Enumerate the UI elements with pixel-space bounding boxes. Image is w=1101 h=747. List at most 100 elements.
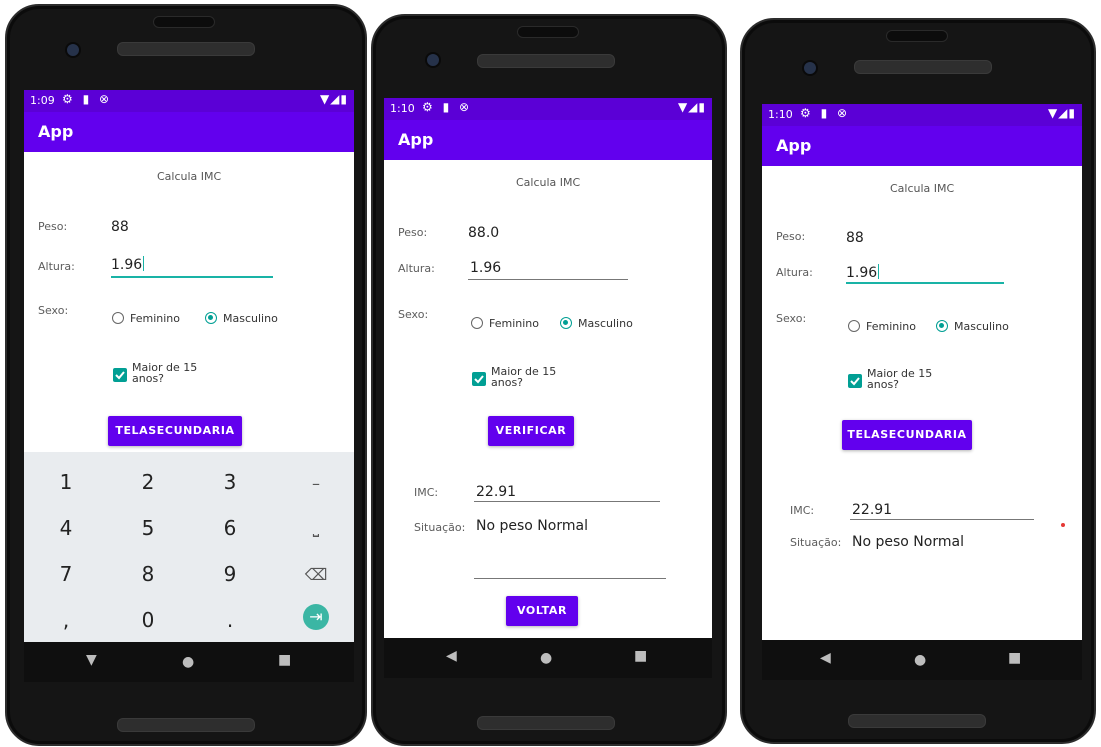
radio-feminino[interactable]	[112, 312, 124, 324]
radio-feminino-label[interactable]: Feminino	[130, 312, 180, 325]
key-minus[interactable]: –	[286, 474, 346, 493]
home-icon[interactable]: ●	[540, 650, 552, 666]
radio-masculino-label[interactable]: Masculino	[954, 320, 1009, 333]
key-9[interactable]: 9	[200, 562, 260, 586]
signal-battery-icon: ▼◢▮	[1047, 106, 1076, 120]
speaker-grille	[477, 54, 615, 68]
status-bar: 1:10 ⚙ ▮ ⊗ ▼◢▮	[762, 104, 1082, 126]
app-bar: App	[24, 112, 354, 152]
speaker-grille	[854, 60, 992, 74]
back-icon[interactable]: ▼	[86, 652, 97, 668]
altura-underline	[846, 282, 1004, 284]
imc-value: 22.91	[852, 502, 893, 518]
bottom-speaker	[848, 714, 986, 728]
radio-masculino-label[interactable]: Masculino	[223, 312, 278, 325]
altura-value: 1.96	[111, 257, 143, 273]
key-8[interactable]: 8	[118, 562, 178, 586]
key-3[interactable]: 3	[200, 470, 260, 494]
maior-15-checkbox[interactable]	[113, 368, 127, 382]
imc-underline	[850, 519, 1034, 520]
altura-input[interactable]: 1.96	[111, 256, 145, 273]
radio-masculino[interactable]	[560, 317, 572, 329]
header-text: Calcula IMC	[516, 176, 581, 189]
verificar-button[interactable]: VERIFICAR	[488, 416, 574, 446]
key-1[interactable]: 1	[36, 470, 96, 494]
next-arrow-icon: ⇥	[309, 607, 323, 626]
key-7[interactable]: 7	[36, 562, 96, 586]
peso-input[interactable]: 88	[111, 219, 129, 235]
text-cursor	[143, 256, 145, 271]
key-5[interactable]: 5	[118, 516, 178, 540]
key-4[interactable]: 4	[36, 516, 96, 540]
recents-icon[interactable]: ■	[278, 652, 291, 668]
sexo-label: Sexo:	[38, 304, 69, 317]
voltar-button[interactable]: VOLTAR	[506, 596, 578, 626]
key-2[interactable]: 2	[118, 470, 178, 494]
signal-battery-icon: ▼◢▮	[319, 92, 348, 106]
numeric-keypad: 1 2 3 – 4 5 6 ⎵ 7 8 9 ⌫ , 0 . ⇥	[24, 452, 354, 642]
checkbox-label-line2: anos?	[132, 372, 165, 385]
altura-label: Altura:	[38, 260, 75, 273]
altura-underline	[111, 276, 273, 278]
telasecundaria-button[interactable]: TELASECUNDARIA	[108, 416, 242, 446]
nav-bar: ◀ ● ■	[384, 638, 712, 678]
situacao-underline	[474, 578, 666, 579]
peso-input[interactable]: 88	[846, 230, 864, 246]
back-icon[interactable]: ◀	[820, 650, 831, 666]
altura-label: Altura:	[398, 262, 435, 275]
status-bar: 1:10 ⚙ ▮ ⊗ ▼◢▮	[384, 98, 712, 120]
radio-feminino[interactable]	[471, 317, 483, 329]
radio-masculino[interactable]	[205, 312, 217, 324]
key-6[interactable]: 6	[200, 516, 260, 540]
nav-bar: ▼ ● ■	[24, 642, 354, 682]
key-space[interactable]: ⎵	[286, 518, 346, 538]
screen-2: 1:10 ⚙ ▮ ⊗ ▼◢▮ App Calcula IMC Peso: 88.…	[384, 98, 712, 638]
recents-icon[interactable]: ■	[1008, 650, 1021, 666]
sexo-label: Sexo:	[398, 308, 429, 321]
key-dot[interactable]: .	[200, 608, 260, 632]
red-dot-indicator	[1061, 523, 1065, 527]
radio-feminino[interactable]	[848, 320, 860, 332]
back-icon[interactable]: ◀	[446, 648, 457, 664]
radio-masculino-label[interactable]: Masculino	[578, 317, 633, 330]
home-icon[interactable]: ●	[182, 654, 194, 670]
situacao-label: Situação:	[414, 521, 466, 534]
key-0[interactable]: 0	[118, 608, 178, 632]
app-bar: App	[384, 120, 712, 160]
peso-label: Peso:	[38, 220, 68, 233]
app-title: App	[38, 122, 74, 141]
altura-input[interactable]: 1.96	[470, 260, 501, 276]
peso-input[interactable]: 88.0	[468, 225, 499, 241]
telasecundaria-button[interactable]: TELASECUNDARIA	[842, 420, 972, 450]
radio-feminino-label[interactable]: Feminino	[489, 317, 539, 330]
situacao-value: No peso Normal	[852, 534, 964, 550]
situacao-label: Situação:	[790, 536, 842, 549]
altura-input[interactable]: 1.96	[846, 264, 880, 281]
bottom-speaker	[117, 718, 255, 732]
home-icon[interactable]: ●	[914, 652, 926, 668]
maior-15-checkbox[interactable]	[848, 374, 862, 388]
front-camera	[65, 42, 81, 58]
app-title: App	[776, 136, 812, 155]
radio-feminino-label[interactable]: Feminino	[866, 320, 916, 333]
status-icons: ⚙ ▮ ⊗	[422, 100, 473, 114]
app-bar: App	[762, 126, 1082, 166]
sexo-label: Sexo:	[776, 312, 807, 325]
header-text: Calcula IMC	[157, 170, 222, 183]
radio-masculino[interactable]	[936, 320, 948, 332]
checkbox-label-line2: anos?	[867, 378, 900, 391]
key-comma[interactable]: ,	[36, 608, 96, 632]
maior-15-checkbox[interactable]	[472, 372, 486, 386]
phone-top-notch	[153, 16, 215, 28]
status-bar: 1:09 ⚙ ▮ ⊗ ▼◢▮	[24, 90, 354, 112]
status-icons: ⚙ ▮ ⊗	[62, 92, 113, 106]
status-time: 1:09	[30, 94, 55, 107]
phone-3: 1:10 ⚙ ▮ ⊗ ▼◢▮ App Calcula IMC Peso: 88 …	[740, 18, 1096, 744]
recents-icon[interactable]: ■	[634, 648, 647, 664]
status-time: 1:10	[390, 102, 415, 115]
imc-label: IMC:	[414, 486, 439, 499]
backspace-icon[interactable]: ⌫	[286, 565, 346, 584]
situacao-value: No peso Normal	[476, 518, 588, 534]
signal-battery-icon: ▼◢▮	[677, 100, 706, 114]
peso-label: Peso:	[776, 230, 806, 243]
